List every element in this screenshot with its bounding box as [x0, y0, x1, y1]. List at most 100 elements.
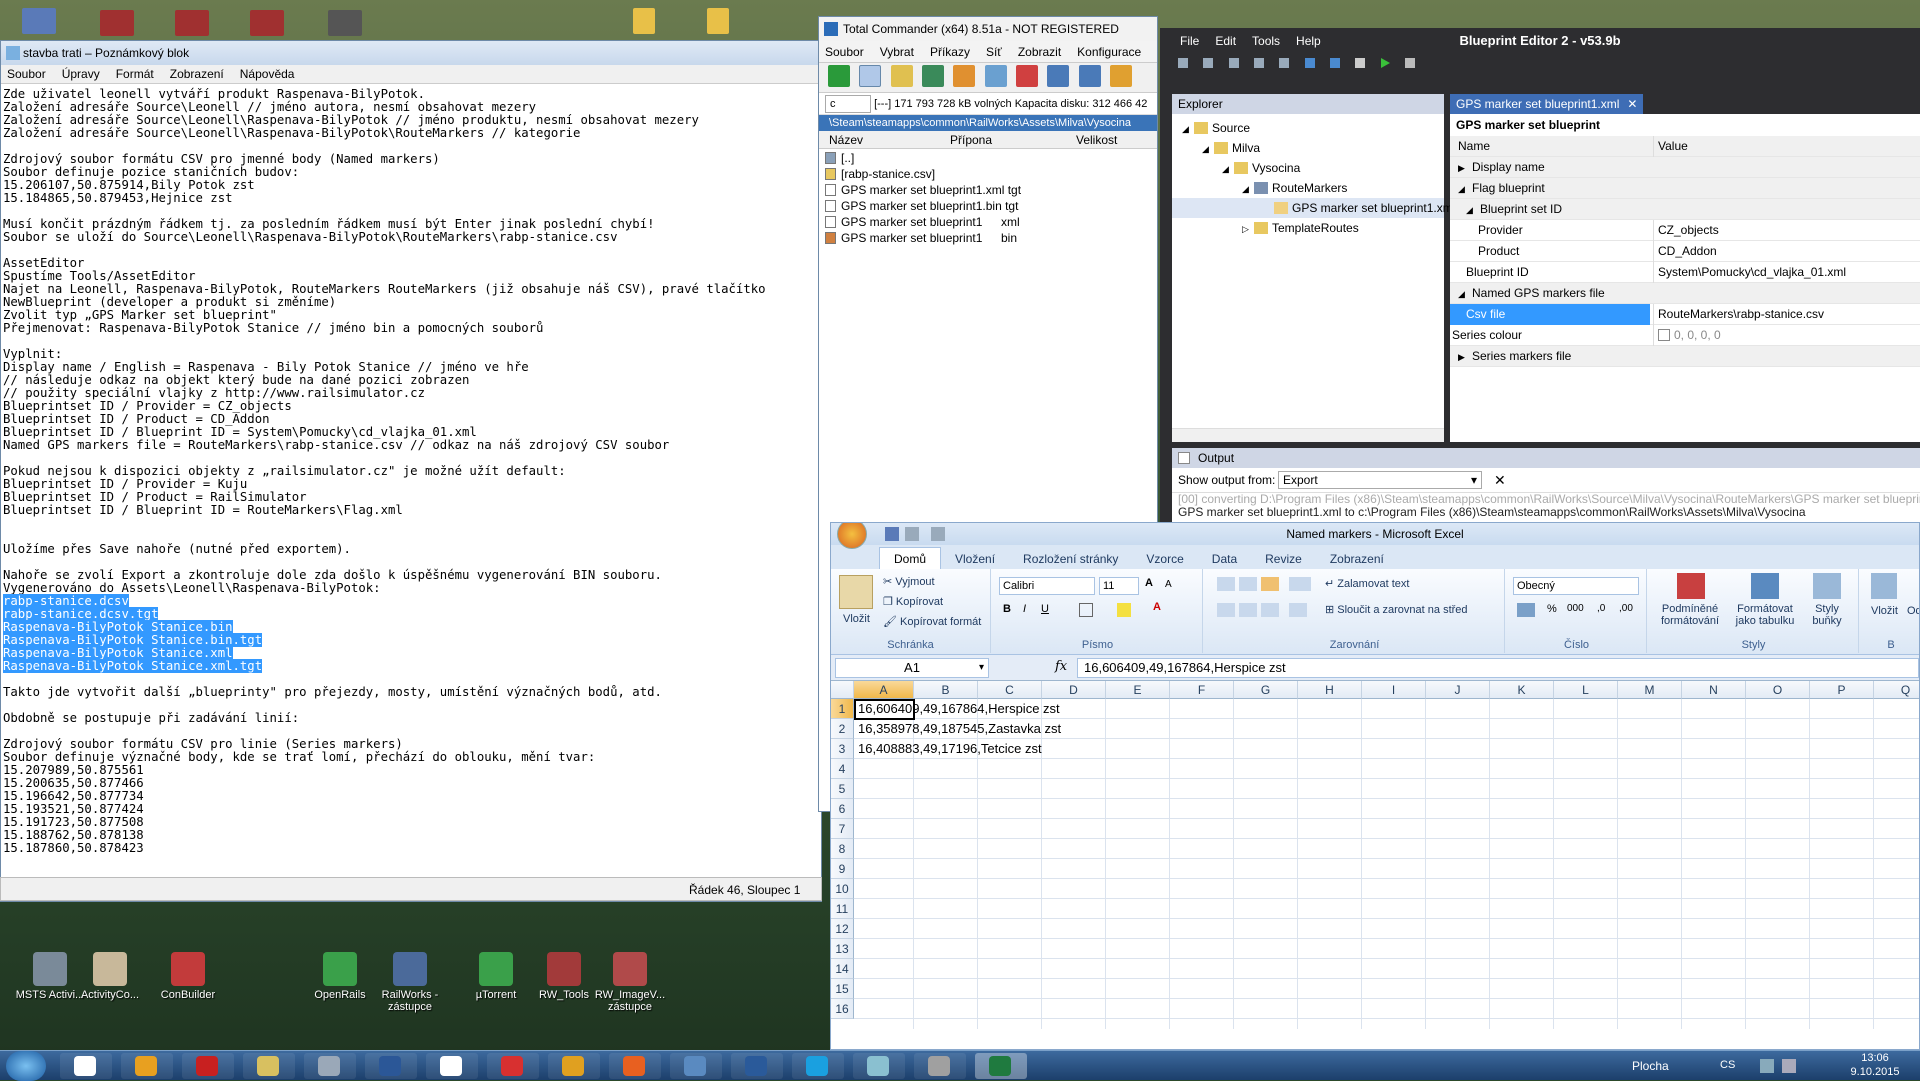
column-header[interactable]: P [1810, 681, 1874, 699]
save-all-icon[interactable] [1203, 58, 1214, 68]
doc-tab[interactable]: GPS marker set blueprint1.xml ✕ [1450, 94, 1644, 114]
merge-center-button[interactable]: ⊞ Sloučit a zarovnat na střed [1325, 603, 1468, 616]
property-row[interactable]: Blueprint ID System\Pomucky\cd_vlajka_01.… [1450, 262, 1920, 283]
col-size[interactable]: Velikost [1076, 131, 1117, 149]
taskbar-app-button[interactable] [304, 1053, 356, 1079]
cell-styles-icon[interactable] [1813, 573, 1841, 599]
computer-icon[interactable] [22, 8, 56, 34]
tree-expander-icon[interactable]: ◢ [1202, 139, 1214, 159]
drive-select[interactable]: c [825, 95, 871, 113]
row-header[interactable]: 16 [831, 999, 854, 1019]
scroll-thumb[interactable] [19, 901, 779, 902]
insert-cells-button[interactable]: Vložit [1871, 605, 1898, 617]
border-icon[interactable] [1079, 603, 1093, 617]
row-header[interactable]: 12 [831, 919, 854, 939]
tree-node[interactable]: ◢ Vysocina [1172, 158, 1444, 178]
copy-icon[interactable] [1254, 58, 1265, 68]
paste-button[interactable]: Vložit [843, 613, 870, 625]
explorer-hscroll[interactable] [1172, 428, 1444, 442]
clock-time[interactable]: 13:06 [1850, 1052, 1900, 1064]
property-row[interactable]: Provider CZ_objects [1450, 220, 1920, 241]
align-left-icon[interactable] [1217, 603, 1235, 617]
expand-icon[interactable]: ◢ [1466, 200, 1480, 221]
row-header[interactable]: 13 [831, 939, 854, 959]
ribbon-tab[interactable]: Rozložení stránky [1009, 548, 1132, 570]
tree-node[interactable]: ◢ RouteMarkers [1172, 178, 1444, 198]
decrease-decimal-icon[interactable]: ,00 [1619, 603, 1633, 614]
column-header[interactable]: D [1042, 681, 1106, 699]
col-name[interactable]: Název [829, 131, 863, 149]
archive-icon[interactable] [100, 10, 134, 36]
align-bottom-icon[interactable] [1261, 577, 1279, 591]
taskbar-app-button[interactable] [853, 1053, 905, 1079]
file-row[interactable]: GPS marker set blueprint1.xml tgt [819, 182, 1157, 198]
align-top-icon[interactable] [1217, 577, 1235, 591]
clock-date[interactable]: 9.10.2015 [1842, 1066, 1908, 1078]
menu-item[interactable]: File [1180, 34, 1199, 48]
align-right-icon[interactable] [1261, 603, 1279, 617]
desktop-shortcut[interactable]: RailWorks - zástupce [370, 952, 450, 1013]
column-header[interactable]: K [1490, 681, 1554, 699]
ribbon-tab[interactable]: Revize [1251, 548, 1316, 570]
col-ext[interactable]: Přípona [950, 131, 992, 149]
format-painter-button[interactable]: 🖌 Kopírovat formát [883, 615, 981, 628]
undo-icon[interactable] [1304, 58, 1315, 68]
tree-node[interactable]: ◢ Source [1172, 118, 1444, 138]
property-row[interactable]: ◢ Flag blueprint [1450, 178, 1920, 199]
excel-titlebar[interactable]: Named markers - Microsoft Excel [831, 523, 1919, 549]
insert-cells-icon[interactable] [1871, 573, 1897, 599]
notepad-titlebar[interactable]: stavba trati – Poznámkový blok [1, 41, 821, 65]
column-header[interactable]: J [1426, 681, 1490, 699]
desktop-shortcut[interactable]: ActivityCo... [70, 952, 150, 1001]
expand-icon[interactable]: ◢ [1458, 179, 1472, 200]
menu-item[interactable]: Síť [986, 45, 1002, 59]
file-row[interactable]: [rabp-stanice.csv] [819, 166, 1157, 182]
notepad-text-area[interactable]: Zde uživatel leonell vytváří produkt Ras… [1, 84, 821, 879]
cut-icon[interactable] [1228, 58, 1239, 68]
property-row[interactable]: Series colour 0, 0, 0, 0 [1450, 325, 1920, 346]
tree-node[interactable]: GPS marker set blueprint1.xml [1172, 198, 1455, 218]
column-header[interactable]: O [1746, 681, 1810, 699]
menu-item[interactable]: Formát [116, 67, 154, 81]
tc-path[interactable]: \Steam\steamapps\common\RailWorks\Assets… [819, 115, 1157, 131]
tree-node[interactable]: ▷ TemplateRoutes [1172, 218, 1444, 238]
expand-icon[interactable]: ▶ [1458, 158, 1472, 179]
property-row[interactable]: ◢ Named GPS markers file [1450, 283, 1920, 304]
menu-item[interactable]: Nápověda [240, 67, 295, 81]
desktop-shortcut[interactable]: RW_ImageV... zástupce [590, 952, 670, 1013]
compare-icon[interactable] [953, 65, 976, 87]
taskbar-app-button[interactable] [609, 1053, 661, 1079]
redo-icon[interactable] [931, 527, 945, 541]
property-row[interactable]: ▶ Series markers file [1450, 346, 1920, 367]
language-indicator[interactable]: CS [1720, 1059, 1735, 1071]
row-header[interactable]: 2 [831, 719, 854, 739]
save-icon[interactable] [1178, 58, 1188, 68]
align-center-icon[interactable] [1239, 603, 1257, 617]
property-value[interactable]: System\Pomucky\cd_vlajka_01.xml [1653, 262, 1920, 283]
row-header[interactable]: 3 [831, 739, 854, 759]
save-icon[interactable] [885, 527, 899, 541]
network-icon[interactable] [1760, 1059, 1774, 1073]
file-row[interactable]: GPS marker set blueprint1.bin tgt [819, 198, 1157, 214]
menu-item[interactable]: Konfigurace [1077, 45, 1141, 59]
cell-styles-button[interactable]: Styly buňky [1801, 603, 1853, 627]
property-row[interactable]: ◢ Blueprint set ID [1450, 199, 1920, 220]
collapse-icon[interactable] [1178, 452, 1190, 464]
row-header[interactable]: 5 [831, 779, 854, 799]
select-all-corner[interactable] [831, 681, 854, 699]
start-button[interactable] [6, 1051, 46, 1081]
folder-icon[interactable] [707, 8, 729, 34]
taskbar-app-button[interactable] [548, 1053, 600, 1079]
cell[interactable]: 16,408883,49,17196,Tetcice zst [858, 739, 1042, 759]
taskbar-app-button[interactable] [121, 1053, 173, 1079]
tree-expander-icon[interactable]: ◢ [1182, 119, 1194, 139]
formula-input[interactable]: 16,606409,49,167864,Herspice zst [1077, 658, 1919, 678]
file-row[interactable]: GPS marker set blueprint1 xml [819, 214, 1157, 230]
column-header[interactable]: Q [1874, 681, 1919, 699]
desktop-shortcut[interactable]: OpenRails [300, 952, 380, 1001]
active-cell[interactable] [854, 699, 915, 720]
shrink-font-icon[interactable]: A [1165, 579, 1172, 590]
italic-icon[interactable]: I [1023, 603, 1026, 615]
row-header[interactable]: 15 [831, 979, 854, 999]
menu-item[interactable]: Help [1296, 34, 1321, 48]
